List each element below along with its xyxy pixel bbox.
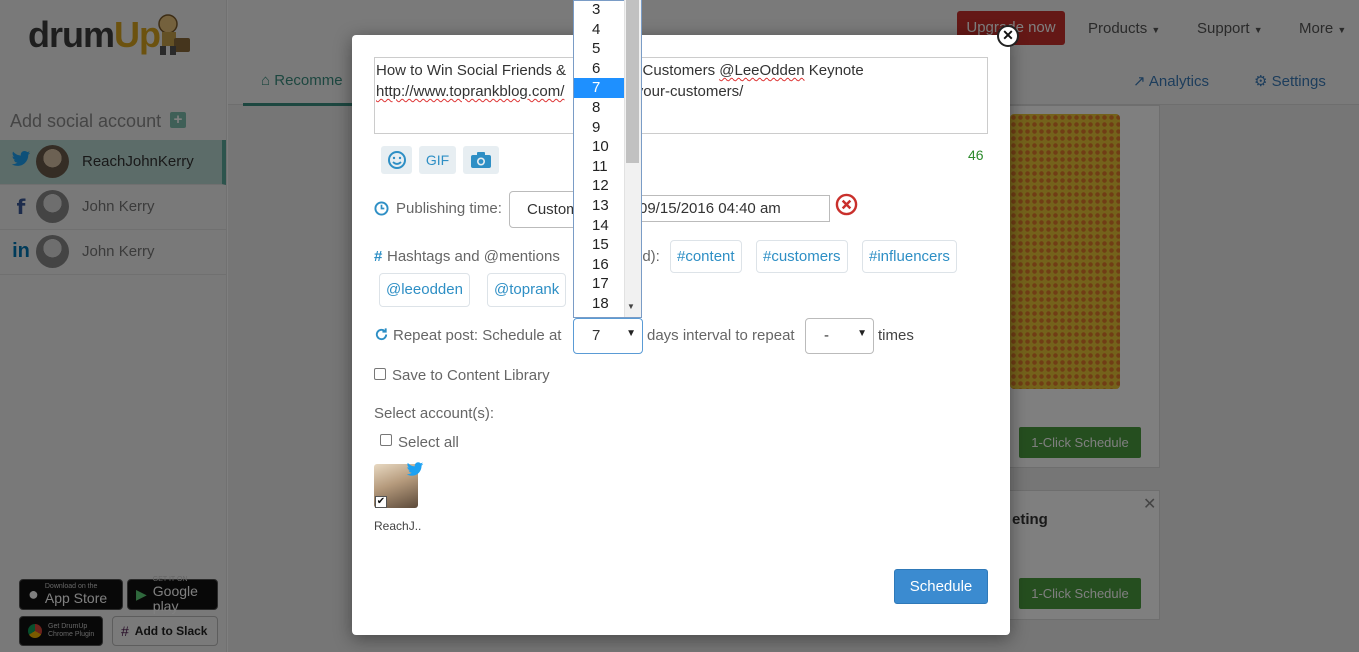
repeat-post-label: Repeat post: Schedule at [393,327,562,344]
hashtag-icon: # [374,248,383,265]
post-text-segment: Keynote [808,62,864,79]
dropdown-option[interactable]: 3 [574,1,625,20]
account-short-name: ReachJ.. [374,519,422,533]
dropdown-scrollbar-thumb[interactable] [626,0,639,163]
repeat-middle-label: days interval to repeat [647,327,795,344]
account-checkbox[interactable]: ✔ [375,496,387,508]
dropdown-option[interactable]: 4 [574,20,625,40]
dropdown-option[interactable]: 9 [574,118,625,138]
repeat-suffix-label: times [878,327,914,344]
clock-icon [374,201,389,220]
repeat-interval-value: 7 [592,327,601,344]
hashtag-chip[interactable]: #customers [756,240,848,273]
hashtag-chip[interactable]: #content [670,240,742,273]
hashtag-chip[interactable]: #influencers [862,240,957,273]
close-circle-icon [835,193,858,216]
caret-down-icon: ▼ [857,328,867,339]
camera-icon [471,152,491,168]
caret-down-icon: ▼ [626,328,636,339]
publishing-time-label: Publishing time: [396,200,502,217]
dropdown-option[interactable]: 13 [574,196,625,216]
dropdown-option[interactable]: 15 [574,235,625,255]
save-library-label: Save to Content Library [392,367,550,384]
dropdown-option[interactable]: 7 [574,78,625,98]
dropdown-option[interactable]: 8 [574,98,625,118]
refresh-icon [374,327,389,347]
dropdown-option[interactable]: 6 [574,59,625,79]
dropdown-option[interactable]: 5 [574,39,625,59]
dropdown-option[interactable]: 14 [574,216,625,236]
select-all-checkbox[interactable] [380,434,392,446]
twitter-icon [406,462,424,476]
select-accounts-label: Select account(s): [374,405,495,422]
dropdown-option[interactable]: 17 [574,274,625,294]
clear-datetime-button[interactable] [835,193,858,221]
post-line-2: http://www.toprankblog.com/fluence-your-… [376,81,986,102]
post-text-area[interactable]: How to Win Social Friends & Your Customer… [374,57,988,134]
schedule-button[interactable]: Schedule [894,569,988,604]
hashtags-label: Hashtags and @mentions [387,248,560,265]
dropdown-option[interactable]: 19 [574,314,625,317]
publishing-mode-select[interactable]: Custom [509,191,579,228]
mention-chip[interactable]: @toprank [487,273,567,307]
close-modal-button[interactable]: ✕ [997,25,1019,47]
repeat-times-select[interactable]: - ▼ [805,318,874,354]
dropdown-option[interactable]: 11 [574,157,625,177]
select-all-label: Select all [398,434,459,451]
post-mention: @LeeOdden [719,62,805,79]
close-icon: ✕ [1002,27,1014,43]
emoji-button[interactable] [381,146,412,174]
mention-chip[interactable]: @leeodden [379,273,470,307]
post-line-1: How to Win Social Friends & Your Customer… [376,60,986,81]
save-library-checkbox[interactable] [374,368,386,380]
dropdown-option[interactable]: 18 [574,294,625,314]
character-count: 46 [968,147,984,163]
dropdown-option[interactable]: 12 [574,176,625,196]
smiley-icon [387,151,406,169]
photo-button[interactable] [463,146,499,174]
post-link: http://www.toprankblog.com/ [376,83,565,100]
repeat-interval-select[interactable]: 7 ▼ [573,318,643,354]
dropdown-option[interactable]: 16 [574,255,625,275]
repeat-times-value: - [824,327,829,344]
scroll-down-arrow-icon[interactable]: ▼ [627,302,635,311]
dropdown-option[interactable]: 10 [574,137,625,157]
post-text-segment: How to Win Social Friends & [376,62,567,79]
publishing-datetime-input[interactable]: 09/15/2016 04:40 am [636,195,830,222]
gif-button[interactable]: GIF [419,146,456,174]
